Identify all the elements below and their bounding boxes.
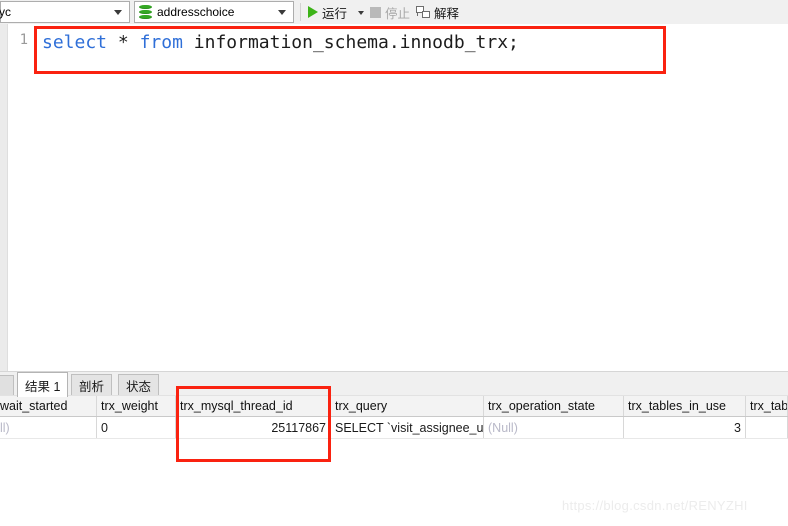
schema-selector[interactable]: yc xyxy=(0,1,130,23)
cell-wait-started[interactable]: ll) xyxy=(0,417,97,438)
sql-table-reference: information_schema.innodb_trx; xyxy=(193,32,519,53)
chevron-down-icon xyxy=(358,11,365,15)
chevron-down-icon xyxy=(114,9,122,15)
cell-trx-mysql-thread-id[interactable]: 25117867 xyxy=(176,417,331,438)
column-header-trx-weight[interactable]: trx_weight xyxy=(97,396,176,416)
editor-gutter-strip xyxy=(0,24,8,371)
column-header-trx-operation-state[interactable]: trx_operation_state xyxy=(484,396,624,416)
database-icon xyxy=(139,5,152,19)
cell-trx-tables-locked[interactable] xyxy=(746,417,788,438)
sql-space xyxy=(107,32,118,53)
tab-result-1-label: 结果 1 xyxy=(25,379,61,394)
chevron-down-icon xyxy=(278,9,286,15)
results-tabstrip: 结果 1 剖析 状态 xyxy=(0,371,788,397)
run-button[interactable]: 运行 xyxy=(305,0,350,24)
tabstrip-left-stub xyxy=(0,375,14,396)
sql-code-line[interactable]: select * from information_schema.innodb_… xyxy=(42,30,519,56)
cell-trx-operation-state[interactable]: (Null) xyxy=(484,417,624,438)
sql-space xyxy=(183,32,194,53)
sql-star: * xyxy=(117,32,129,53)
tab-status-label: 状态 xyxy=(126,380,152,394)
schema-selector-value: yc xyxy=(0,5,11,19)
toolbar-separator xyxy=(300,3,301,21)
run-button-label: 运行 xyxy=(322,6,348,21)
cell-trx-tables-in-use[interactable]: 3 xyxy=(624,417,746,438)
sql-client-window: yc addresschoice 运行 停止 解释 1 select * fro… xyxy=(0,0,788,526)
tab-profile-label: 剖析 xyxy=(79,380,105,394)
grid-empty-area xyxy=(0,463,788,481)
tab-status[interactable]: 状态 xyxy=(118,374,160,396)
sql-editor[interactable]: 1 select * from information_schema.innod… xyxy=(0,24,788,371)
toolbar: yc addresschoice 运行 停止 解释 xyxy=(0,0,788,25)
sql-space xyxy=(129,32,140,53)
database-selector[interactable]: addresschoice xyxy=(134,1,294,23)
column-header-trx-tables-in-use[interactable]: trx_tables_in_use xyxy=(624,396,746,416)
watermark: https://blog.csdn.net/RENYZHI xyxy=(562,498,748,513)
grid-header-row: wait_started trx_weight trx_mysql_thread… xyxy=(0,395,788,417)
play-icon xyxy=(308,6,318,18)
line-number: 1 xyxy=(19,32,28,48)
run-dropdown-button[interactable] xyxy=(350,0,367,24)
explain-button-label: 解释 xyxy=(434,6,460,21)
sql-keyword-select: select xyxy=(42,32,108,53)
results-grid[interactable]: wait_started trx_weight trx_mysql_thread… xyxy=(0,395,788,481)
column-header-trx-tables-locked[interactable]: trx_tab xyxy=(746,396,788,416)
table-row[interactable]: ll) 0 25117867 SELECT `visit_assignee_ui… xyxy=(0,417,788,439)
column-header-trx-mysql-thread-id[interactable]: trx_mysql_thread_id xyxy=(176,396,331,416)
stop-button[interactable]: 停止 xyxy=(367,0,413,24)
database-selector-value: addresschoice xyxy=(157,5,235,19)
tab-result-1[interactable]: 结果 1 xyxy=(17,372,69,397)
explain-button[interactable]: 解释 xyxy=(413,0,462,24)
cell-trx-query[interactable]: SELECT `visit_assignee_uic xyxy=(331,417,484,438)
column-header-trx-query[interactable]: trx_query xyxy=(331,396,484,416)
tab-profile[interactable]: 剖析 xyxy=(71,374,113,396)
column-header-wait-started[interactable]: wait_started xyxy=(0,396,97,416)
stop-square-icon xyxy=(370,6,382,18)
cell-trx-weight[interactable]: 0 xyxy=(97,417,176,438)
stop-button-label: 停止 xyxy=(385,6,411,21)
explain-plan-icon xyxy=(416,5,431,19)
sql-keyword-from: from xyxy=(139,32,183,53)
